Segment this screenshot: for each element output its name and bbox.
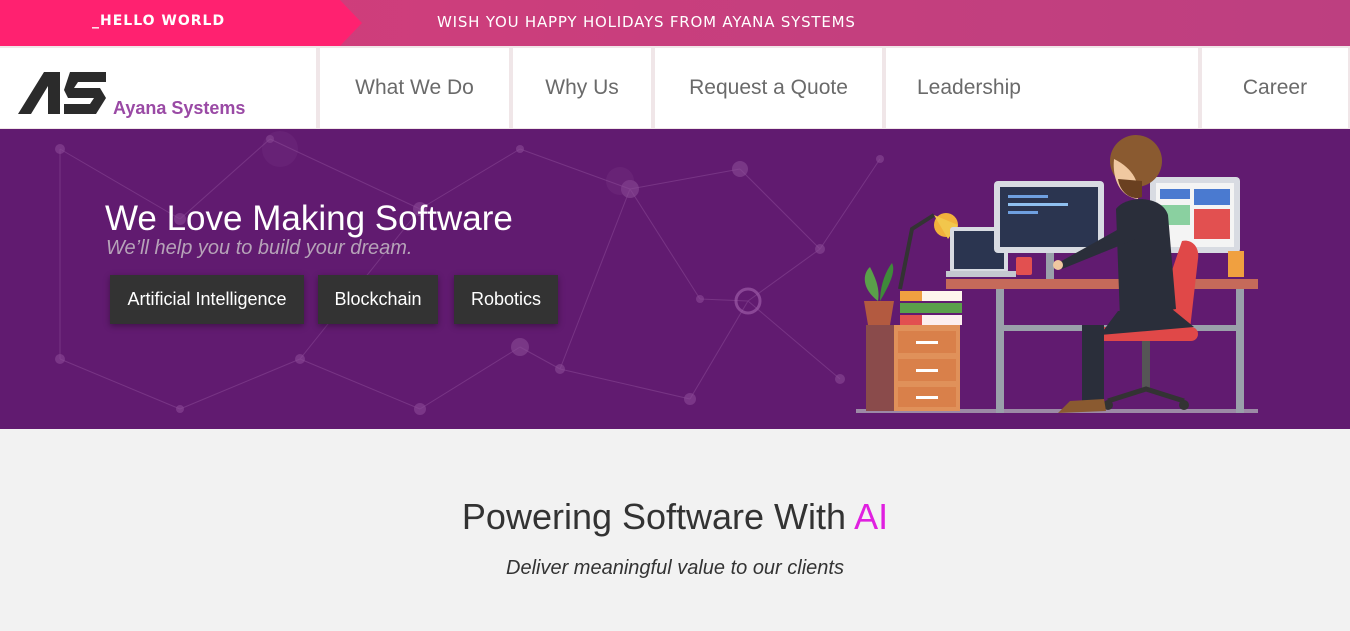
section-heading: Powering Software With AI: [0, 496, 1350, 538]
section-heading-accent: AI: [854, 496, 889, 537]
top-announcement-bar: _HELLO WORLD WISH YOU HAPPY HOLIDAYS FRO…: [0, 0, 1350, 46]
hero-subtitle: We’ll help you to build your dream.: [106, 237, 413, 259]
nav-item-what-we-do[interactable]: What We Do: [320, 48, 509, 128]
nav-item-career[interactable]: Career: [1202, 48, 1348, 128]
holiday-greeting: WISH YOU HAPPY HOLIDAYS FROM AYANA SYSTE…: [437, 13, 856, 31]
hello-world-ribbon: _HELLO WORLD: [0, 0, 362, 46]
brand-name: Ayana Systems: [113, 98, 246, 118]
tag-artificial-intelligence[interactable]: Artificial Intelligence: [110, 275, 304, 324]
developer-at-desk-illustration: [856, 135, 1258, 413]
brand-logo-link[interactable]: Ayana Systems: [0, 48, 316, 128]
nav-item-request-quote[interactable]: Request a Quote: [655, 48, 882, 128]
hero-title: We Love Making Software: [105, 199, 513, 238]
as-monogram-icon: [18, 72, 106, 114]
main-navigation: Ayana Systems What We Do Why Us Request …: [0, 46, 1350, 129]
nav-item-leadership[interactable]: Leadership: [886, 48, 1198, 128]
section-heading-main: Powering Software With: [461, 496, 855, 537]
section-subtitle: Deliver meaningful value to our clients: [506, 557, 844, 579]
tag-robotics[interactable]: Robotics: [454, 275, 558, 324]
hero-banner: We Love Making Software We’ll help you t…: [0, 129, 1350, 429]
nav-item-why-us[interactable]: Why Us: [513, 48, 651, 128]
hello-world-label: _HELLO WORLD: [92, 13, 226, 29]
tag-blockchain[interactable]: Blockchain: [318, 275, 438, 324]
